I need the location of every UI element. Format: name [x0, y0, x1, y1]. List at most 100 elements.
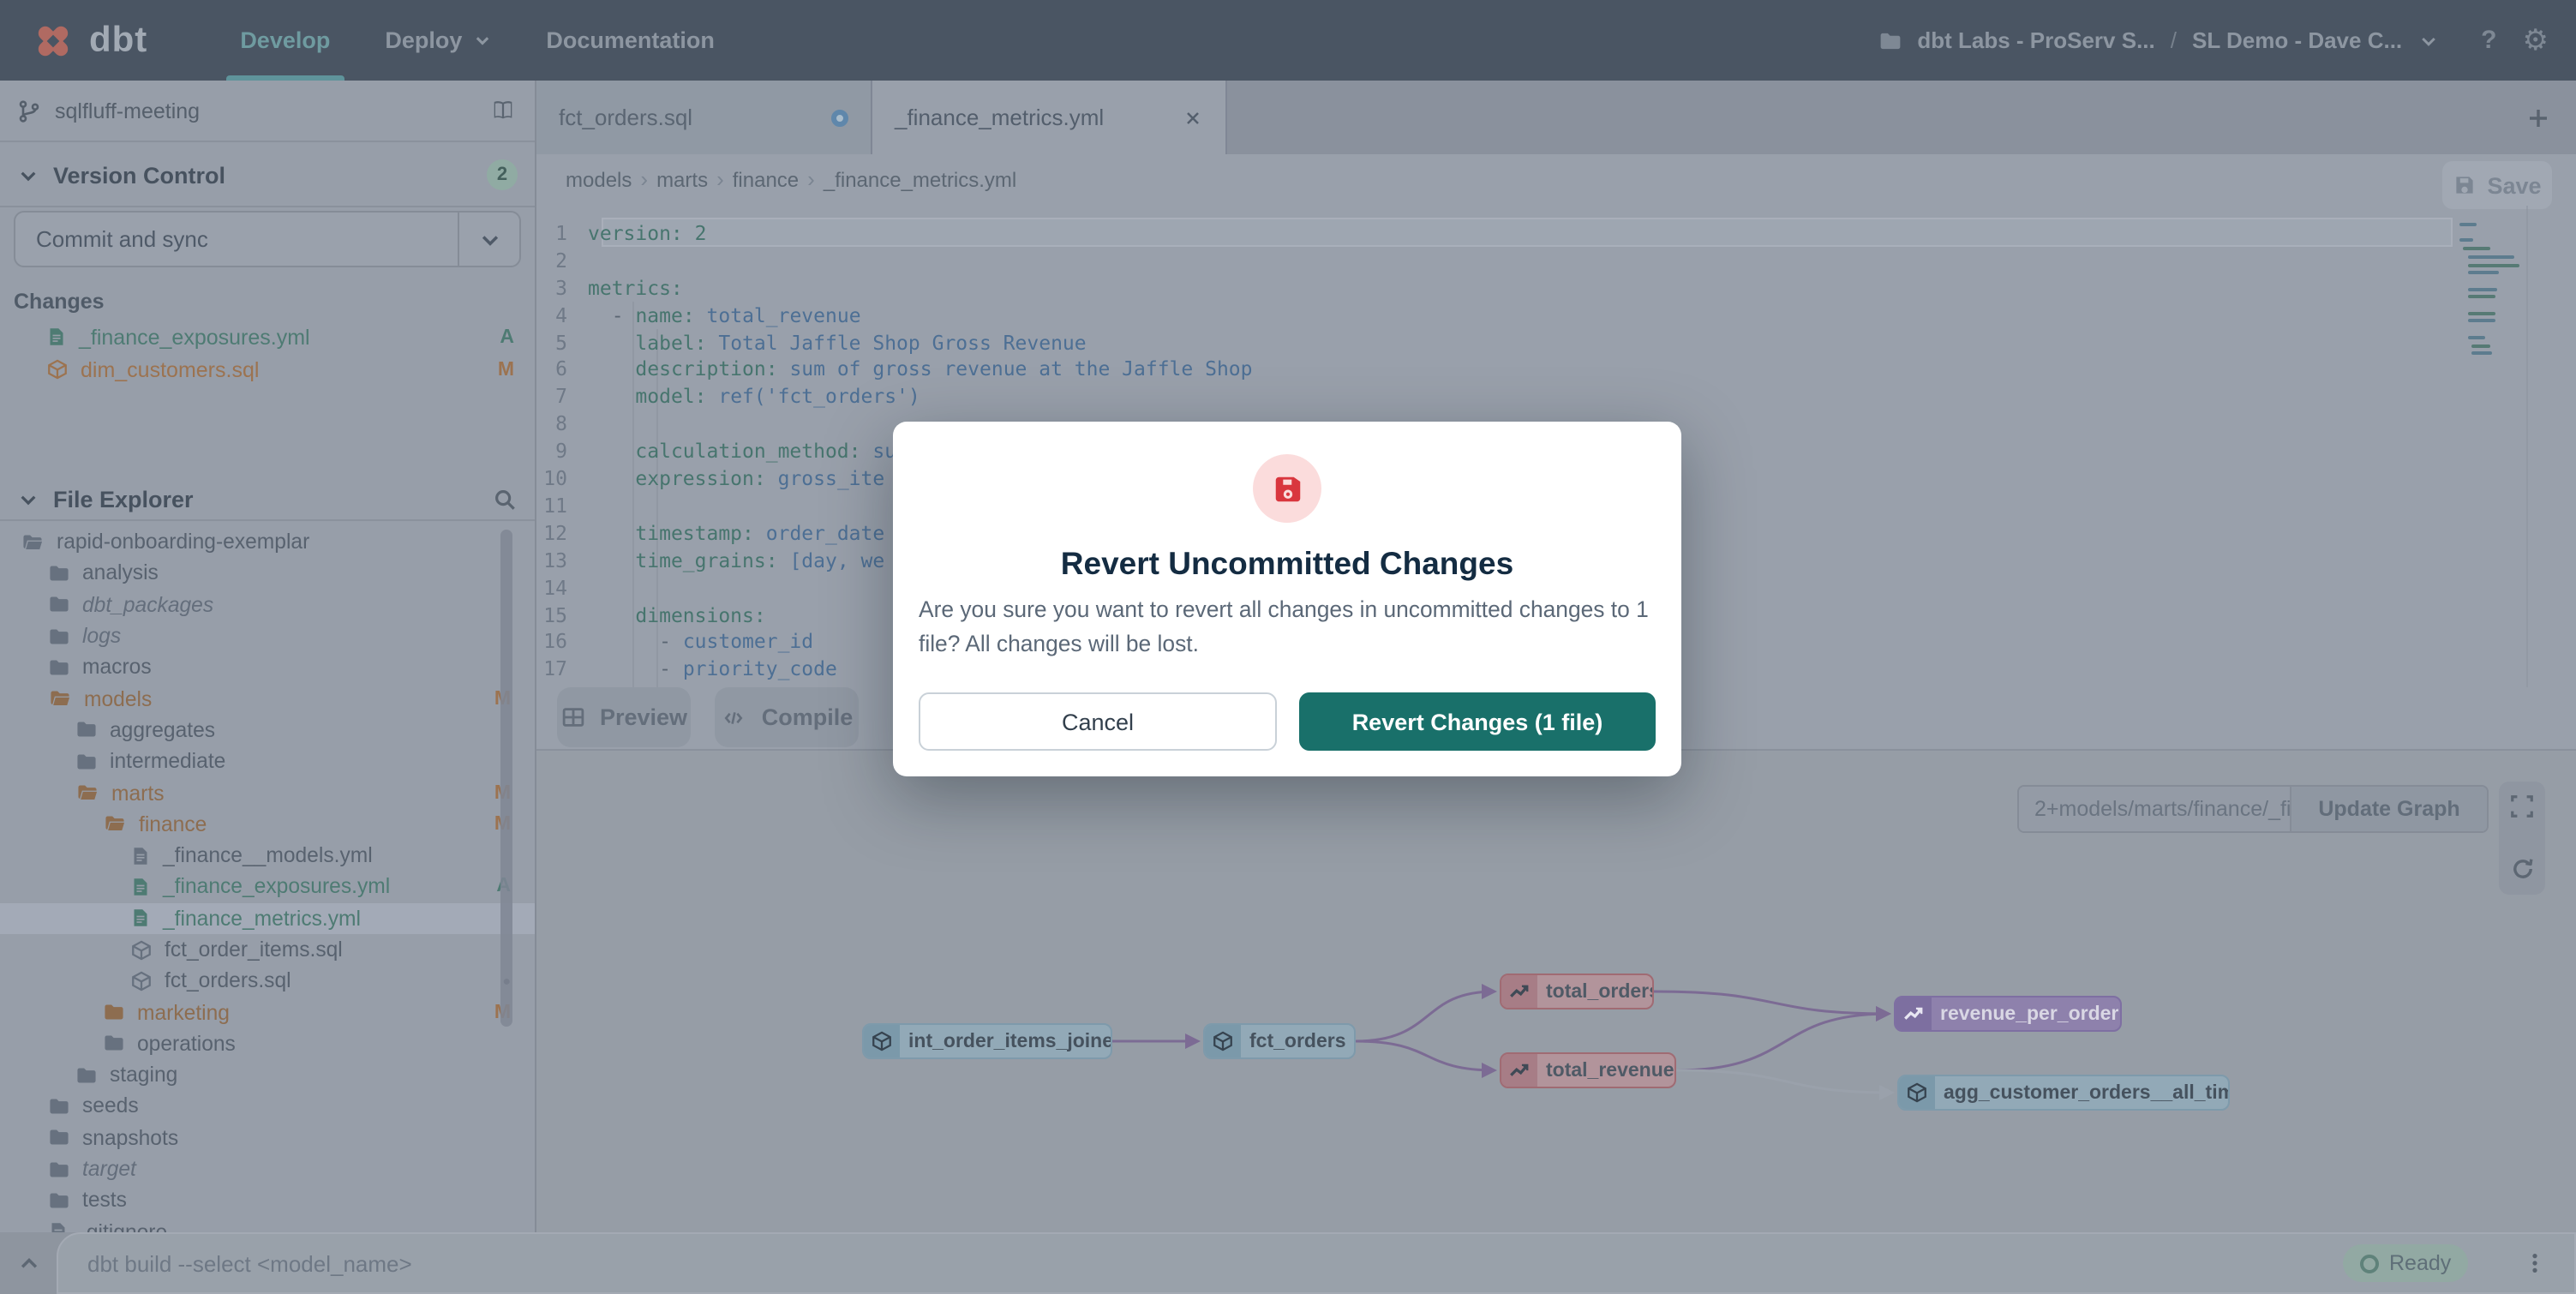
commit-and-sync-button[interactable]: Commit and sync [14, 211, 521, 267]
file-icon [130, 907, 151, 929]
folder-icon [103, 1001, 125, 1023]
new-tab-plus-icon[interactable] [2525, 104, 2552, 131]
revert-changes-button[interactable]: Revert Changes (1 file) [1299, 692, 1656, 751]
code-line: 5 label: Total Jaffle Shop Gross Revenue [536, 328, 2576, 356]
file-tree-item[interactable]: _finance_exposures.ymlA [0, 872, 535, 903]
lineage-edge [1654, 991, 1889, 1014]
file-tree-label: operations [137, 1032, 236, 1056]
file-tree-item[interactable]: marketingM [0, 997, 535, 1028]
folder-icon [103, 1033, 125, 1055]
code-minimap[interactable] [2459, 223, 2518, 370]
compile-button[interactable]: Compile [715, 687, 859, 747]
breadcrumb-separator-icon: › [807, 166, 815, 192]
lineage-node-total_revenue[interactable]: total_revenue [1500, 1052, 1676, 1088]
file-tree-item[interactable]: .gitignore [0, 1216, 535, 1232]
docs-book-icon[interactable] [488, 98, 518, 123]
file-icon [130, 844, 151, 866]
nav-link-deploy[interactable]: Deploy [357, 0, 518, 81]
preview-button[interactable]: Preview [557, 687, 691, 747]
file-tree-item[interactable]: rapid-onboarding-exemplar [0, 526, 535, 558]
file-tree-item[interactable]: _finance_metrics.yml [0, 902, 535, 934]
file-tree-label: analysis [82, 561, 159, 585]
file-tree-label: .gitignore [81, 1219, 167, 1232]
file-tree-item[interactable]: operations [0, 1028, 535, 1060]
file-tree-item[interactable]: _finance__models.yml [0, 840, 535, 872]
file-tree-item[interactable]: aggregates [0, 715, 535, 746]
code-text: description: sum of gross revenue at the… [588, 357, 1253, 381]
code-text: time_grains: [day, we [588, 548, 884, 572]
file-tree-item[interactable]: financeM [0, 808, 535, 840]
lineage-node-agg_customer_orders__all_time[interactable]: agg_customer_orders__all_time [1897, 1075, 2230, 1111]
cancel-button[interactable]: Cancel [919, 692, 1277, 751]
breadcrumb-item[interactable]: marts [656, 167, 708, 191]
file-tree-item[interactable]: seeds [0, 1091, 535, 1123]
file-tree-item[interactable]: target [0, 1153, 535, 1185]
editor-tab-fct_orders.sql[interactable]: fct_orders.sql [536, 81, 872, 154]
project-switcher[interactable]: SL Demo - Dave C... [2192, 27, 2402, 53]
sidebar: sqlfluff-meeting Version Control 2 Commi… [0, 81, 536, 1232]
yaml-dash: - [659, 630, 683, 654]
gear-icon[interactable]: ⚙ [2523, 23, 2549, 57]
save-button[interactable]: Save [2442, 161, 2552, 209]
file-tree-item[interactable]: fct_orders.sql● [0, 965, 535, 997]
top-navbar: dbt DevelopDeployDocumentation dbt Labs … [0, 0, 2576, 81]
lineage-node-total_orders[interactable]: total_orders [1500, 973, 1654, 1009]
breadcrumb-item[interactable]: _finance_metrics.yml [824, 167, 1016, 191]
command-bar: dbt build --select <model_name> Ready [0, 1232, 2576, 1294]
file-tree-item[interactable]: snapshots [0, 1122, 535, 1153]
file-tree-label: dbt_packages [82, 592, 213, 616]
graph-selector-input[interactable]: 2+models/marts/finance/_fir [2019, 787, 2290, 831]
file-tree-item[interactable]: analysis [0, 558, 535, 590]
folder-icon [48, 656, 70, 679]
yaml-key: description: [635, 357, 777, 381]
file-tree-item[interactable]: tests [0, 1184, 535, 1216]
file-tree-item[interactable]: fct_order_items.sql [0, 934, 535, 966]
code-text: timestamp: order_date [588, 521, 884, 545]
file-tree-item[interactable]: dbt_packages [0, 589, 535, 620]
code-line: 7 model: ref('fct_orders') [536, 383, 2576, 410]
lineage-node-int_order_items_joined[interactable]: int_order_items_joined [862, 1023, 1112, 1059]
lineage-node-revenue_per_order[interactable]: revenue_per_order [1894, 996, 2122, 1032]
yaml-dash: - [659, 657, 683, 681]
file-tree-item[interactable]: macros [0, 651, 535, 683]
breadcrumb-item[interactable]: finance [733, 167, 799, 191]
line-number: 4 [536, 303, 588, 326]
changed-file-row[interactable]: dim_customers.sqlM [0, 353, 535, 386]
nav-link-documentation[interactable]: Documentation [518, 0, 742, 81]
yaml-value: gross_ite [766, 466, 885, 490]
file-tree-item[interactable]: logs [0, 620, 535, 652]
reset-view-icon[interactable] [2508, 855, 2536, 883]
version-control-header[interactable]: Version Control 2 [0, 144, 535, 207]
kebab-menu-icon[interactable] [2523, 1249, 2547, 1277]
sidebar-scrollbar[interactable] [500, 530, 512, 1027]
chevron-up-icon[interactable] [15, 1251, 43, 1275]
file-explorer-header[interactable]: File Explorer [0, 480, 535, 521]
help-icon[interactable]: ? [2481, 26, 2496, 55]
breadcrumb-item[interactable]: models [566, 167, 632, 191]
command-input-panel[interactable]: dbt build --select <model_name> [57, 1232, 2576, 1294]
file-icon [48, 1220, 69, 1232]
account-switcher[interactable]: dbt Labs - ProServ S... [1917, 27, 2154, 53]
changed-file-row[interactable]: _finance_exposures.ymlA [0, 321, 535, 353]
yaml-value: customer_id [683, 630, 813, 654]
editor-scrollbar-track [2526, 206, 2528, 687]
changed-file-name: _finance_exposures.yml [79, 325, 310, 349]
commit-options-caret[interactable] [458, 213, 519, 266]
close-icon[interactable] [1183, 107, 1203, 128]
graph-selector-control: 2+models/marts/finance/_fir Update Graph [2017, 785, 2489, 833]
file-tree-item[interactable]: staging [0, 1059, 535, 1091]
dbt-logo[interactable]: dbt [0, 18, 147, 63]
file-tree-item[interactable]: modelsM [0, 683, 535, 715]
code-text: model: ref('fct_orders') [588, 385, 920, 409]
lineage-node-label: int_order_items_joined [900, 1031, 1112, 1051]
file-tree-item[interactable]: martsM [0, 777, 535, 809]
minimap-line [2468, 255, 2514, 259]
chevron-down-icon[interactable] [2417, 30, 2438, 51]
update-graph-button[interactable]: Update Graph [2290, 787, 2487, 831]
file-tree-item[interactable]: intermediate [0, 746, 535, 777]
fullscreen-icon[interactable] [2509, 794, 2535, 819]
editor-tab-_finance_metrics.yml[interactable]: _finance_metrics.yml [872, 81, 1227, 154]
search-icon[interactable] [492, 487, 518, 512]
lineage-node-fct_orders[interactable]: fct_orders [1203, 1023, 1356, 1059]
nav-link-develop[interactable]: Develop [213, 0, 357, 81]
